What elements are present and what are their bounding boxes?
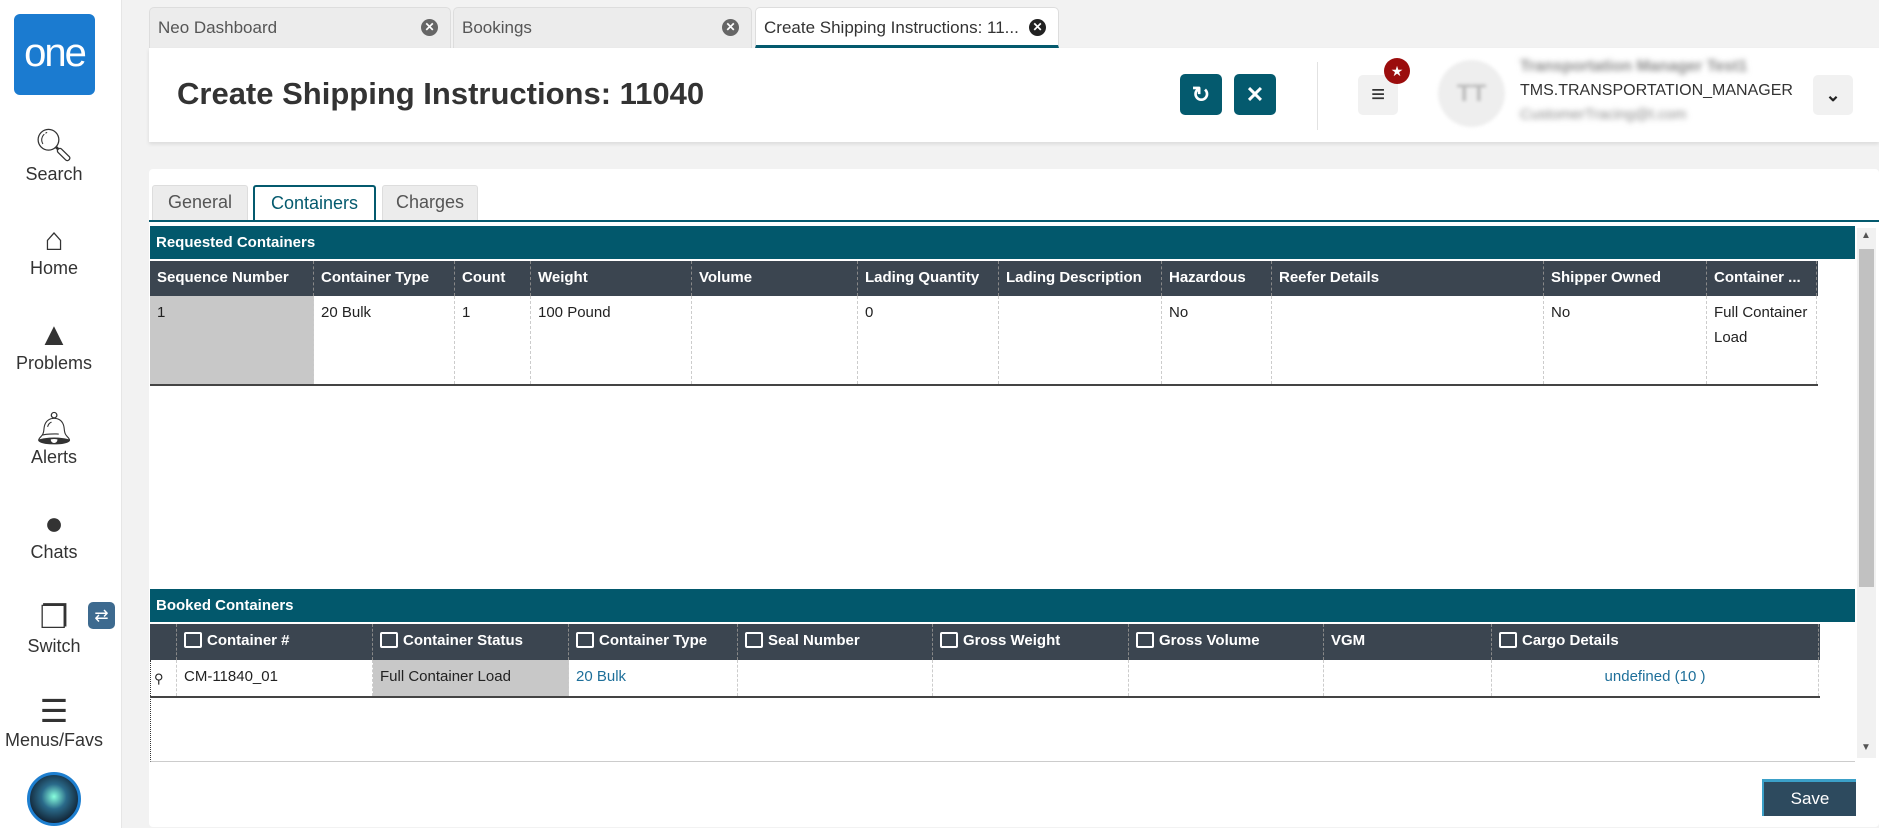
scroll-up-icon[interactable]: ▲: [1861, 230, 1871, 241]
table-row[interactable]: ⚲ CM-11840_01 Full Container Load 20 Bulk un…: [150, 660, 1820, 698]
requested-header-row: Sequence Number Container Type Count Weight…: [150, 261, 1818, 296]
column-header[interactable]: Container Status: [373, 624, 569, 660]
column-header[interactable]: Hazardous: [1162, 261, 1272, 296]
chevron-down-icon[interactable]: ⌄: [1813, 75, 1853, 115]
table-cell[interactable]: 100 Pound: [531, 296, 692, 384]
column-header[interactable]: VGM: [1324, 624, 1492, 660]
column-header[interactable]: Volume: [692, 261, 858, 296]
edit-icon: [1136, 632, 1154, 648]
save-button[interactable]: Save: [1762, 779, 1856, 816]
table-cell[interactable]: [933, 660, 1129, 696]
column-header[interactable]: Sequence Number: [150, 261, 314, 296]
tabs-underline: [149, 220, 1879, 222]
edit-icon: [1499, 632, 1517, 648]
table-cell[interactable]: [738, 660, 933, 696]
refresh-button[interactable]: ↻: [1180, 74, 1222, 115]
tab-create-shipping-instructions[interactable]: Create Shipping Instructions: 11... ✕: [755, 7, 1059, 48]
user-role: TMS.TRANSPORTATION_MANAGER: [1520, 82, 1793, 99]
sidebar-item-home[interactable]: ⌂ Home: [0, 222, 108, 279]
table-cell[interactable]: [692, 296, 858, 384]
search-icon: 🔍︎: [33, 127, 75, 163]
column-header[interactable]: Container ...: [1707, 261, 1817, 296]
table-cell[interactable]: [1272, 296, 1544, 384]
page-title: Create Shipping Instructions: 11040: [177, 76, 705, 111]
column-header[interactable]: Weight: [531, 261, 692, 296]
column-header[interactable]: Container Type: [314, 261, 455, 296]
booked-containers-title: Booked Containers: [150, 589, 1855, 622]
divider: [1317, 62, 1318, 130]
main-panel: General Containers Charges Requested Con…: [149, 169, 1879, 827]
column-header[interactable]: Lading Description: [999, 261, 1162, 296]
edit-icon: [380, 632, 398, 648]
home-icon: ⌂: [44, 221, 64, 257]
column-header[interactable]: Container #: [177, 624, 373, 660]
table-cell[interactable]: No: [1162, 296, 1272, 384]
bell-icon: 🔔︎: [33, 410, 75, 446]
assistant-avatar[interactable]: [27, 772, 81, 826]
sidebar-item-problems[interactable]: ▲ Problems: [0, 317, 108, 374]
column-header[interactable]: Cargo Details: [1492, 624, 1819, 660]
chat-icon: ●: [44, 505, 64, 541]
star-badge-icon[interactable]: ★: [1384, 58, 1410, 84]
user-name: Transportation Manager Test1: [1520, 58, 1748, 75]
column-header[interactable]: Gross Volume: [1129, 624, 1324, 660]
tab-neo-dashboard[interactable]: Neo Dashboard ✕: [149, 7, 451, 48]
scrollbar[interactable]: ▲ ▼: [1857, 228, 1876, 758]
one-logo[interactable]: one: [14, 14, 95, 95]
tab-general[interactable]: General: [152, 185, 248, 220]
table-cell[interactable]: [1324, 660, 1492, 696]
table-cell[interactable]: 1: [455, 296, 531, 384]
table-row[interactable]: 1 20 Bulk 1 100 Pound 0 No No Full Container Lo…: [150, 296, 1818, 386]
sidebar: one 🔍︎ Search ⌂ Home ▲ Problems 🔔︎ Alerts ● C…: [0, 0, 122, 828]
scroll-down-icon[interactable]: ▼: [1861, 742, 1871, 753]
column-header[interactable]: Container Type: [569, 624, 738, 660]
close-tab-icon[interactable]: ✕: [421, 19, 438, 36]
column-header[interactable]: Count: [455, 261, 531, 296]
sidebar-item-chats[interactable]: ● Chats: [0, 506, 108, 563]
tab-bookings[interactable]: Bookings ✕: [453, 7, 752, 48]
table-cell[interactable]: Full Container Load: [373, 660, 569, 696]
edit-icon: [745, 632, 763, 648]
warning-icon: ▲: [38, 316, 70, 352]
column-header[interactable]: Reefer Details: [1272, 261, 1544, 296]
sidebar-item-menus-favs[interactable]: ☰ Menus/Favs: [0, 694, 108, 751]
requested-containers-title: Requested Containers: [150, 226, 1855, 259]
column-header[interactable]: Seal Number: [738, 624, 933, 660]
close-tab-icon[interactable]: ✕: [1029, 19, 1046, 36]
table-cell[interactable]: [999, 296, 1162, 384]
tab-charges[interactable]: Charges: [382, 185, 478, 220]
edit-icon: [184, 632, 202, 648]
table-cell[interactable]: [1129, 660, 1324, 696]
table-cell[interactable]: No: [1544, 296, 1707, 384]
page-header: Create Shipping Instructions: 11040 ↻ ✕ …: [149, 48, 1879, 142]
avatar[interactable]: TT: [1438, 60, 1505, 127]
column-header[interactable]: Lading Quantity: [858, 261, 999, 296]
close-tab-icon[interactable]: ✕: [722, 19, 739, 36]
table-cell[interactable]: CM-11840_01: [177, 660, 373, 696]
sidebar-item-search[interactable]: 🔍︎ Search: [0, 128, 108, 185]
column-header[interactable]: Shipper Owned: [1544, 261, 1707, 296]
close-button[interactable]: ✕: [1234, 74, 1276, 115]
table-cell[interactable]: 1: [150, 296, 314, 384]
table-cell[interactable]: Full Container Load: [1707, 296, 1817, 384]
sidebar-item-alerts[interactable]: 🔔︎ Alerts: [0, 411, 108, 468]
hamburger-icon: ☰: [39, 693, 69, 729]
tab-containers[interactable]: Containers: [253, 185, 376, 222]
edit-icon: [940, 632, 958, 648]
edit-icon: [576, 632, 594, 648]
table-cell[interactable]: undefined (10 ): [1492, 660, 1819, 696]
booked-header-row: Container # Container Status Container Typ…: [150, 624, 1820, 660]
switch-arrows-icon[interactable]: ⇄: [88, 602, 115, 629]
table-cell[interactable]: 20 Bulk: [314, 296, 455, 384]
row-handle-icon[interactable]: ⚲: [150, 660, 177, 696]
table-cell[interactable]: 20 Bulk: [569, 660, 738, 696]
table-cell[interactable]: 0: [858, 296, 999, 384]
user-email: CustomerTracing@t.com: [1520, 106, 1687, 123]
column-header[interactable]: Gross Weight: [933, 624, 1129, 660]
scrollbar-thumb[interactable]: [1859, 249, 1874, 587]
column-header[interactable]: [150, 624, 177, 660]
